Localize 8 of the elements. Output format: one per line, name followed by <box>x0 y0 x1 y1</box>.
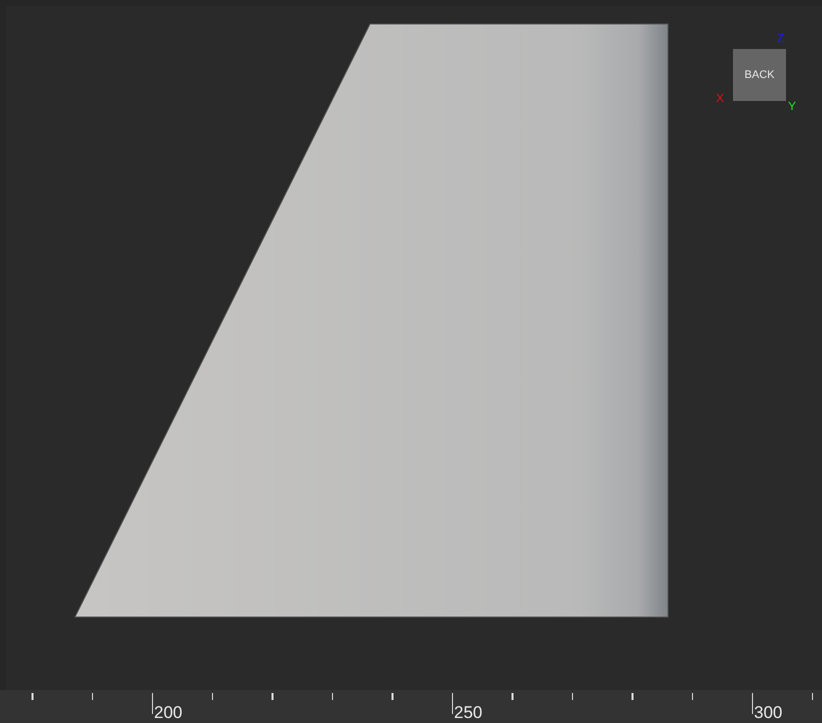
ruler-label: 300 <box>754 703 782 723</box>
axis-label: Z <box>777 32 784 44</box>
ruler-label: 250 <box>454 703 482 723</box>
axis-label: Y <box>788 100 796 112</box>
3d-viewport[interactable]: BACK Z X Y <box>0 0 822 690</box>
axis-label: X <box>716 92 724 104</box>
view-cube[interactable]: BACK <box>733 49 786 101</box>
ruler-label: 200 <box>154 703 182 723</box>
